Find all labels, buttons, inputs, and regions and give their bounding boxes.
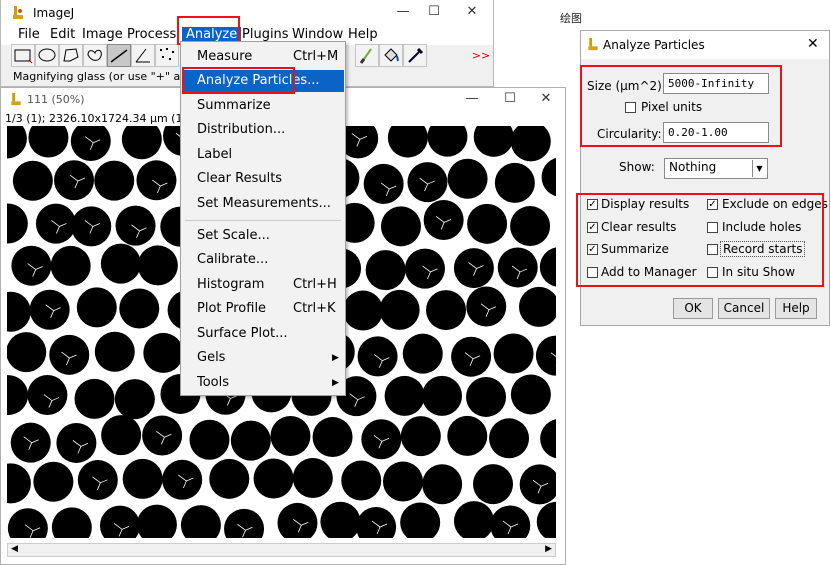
flood-fill-icon[interactable] bbox=[379, 44, 403, 67]
circularity-input[interactable]: 0.20-1.00 bbox=[663, 122, 769, 143]
menu-item-label[interactable]: Label bbox=[182, 144, 344, 166]
menu-item-set-measurements[interactable]: Set Measurements... bbox=[182, 193, 344, 215]
pixel-units-label: Pixel units bbox=[641, 100, 703, 114]
submenu-arrow-icon: ▶ bbox=[332, 353, 339, 363]
rectangle-tool-icon[interactable] bbox=[11, 44, 35, 67]
chevron-down-icon: ▼ bbox=[752, 160, 766, 177]
analyze-particles-dialog: Analyze Particles ✕ Size (µm^2): 5000-In… bbox=[580, 30, 830, 326]
exclude-edges-label: Exclude on edges bbox=[722, 197, 828, 211]
imagej-logo-icon bbox=[11, 92, 21, 106]
menu-edit[interactable]: Edit bbox=[46, 27, 79, 45]
add-manager-label: Add to Manager bbox=[601, 265, 697, 279]
stack-scrollbar[interactable]: ◀ ▶ bbox=[7, 543, 556, 557]
cancel-button[interactable]: Cancel bbox=[718, 298, 770, 319]
menu-item-distribution[interactable]: Distribution... bbox=[182, 119, 344, 141]
maximize-icon[interactable]: ☐ bbox=[419, 4, 449, 19]
menu-image[interactable]: Image bbox=[78, 27, 127, 45]
show-select-value: Nothing bbox=[669, 160, 717, 174]
imagej-logo-icon bbox=[588, 37, 598, 51]
add-manager-checkbox[interactable] bbox=[587, 267, 598, 278]
status-bar: Magnifying glass (or use "+" and "- bbox=[13, 70, 207, 83]
display-results-label: Display results bbox=[601, 197, 690, 211]
corner-right-text: 绘图 bbox=[560, 12, 582, 25]
in-situ-label: In situ Show bbox=[722, 265, 796, 279]
image-title: 111 (50%) bbox=[27, 93, 85, 106]
pixel-units-checkbox[interactable] bbox=[625, 102, 636, 113]
menu-item-tools[interactable]: Tools ▶ bbox=[182, 372, 344, 394]
menu-item-measure[interactable]: Measure Ctrl+M bbox=[182, 46, 344, 68]
image-maximize-icon[interactable]: ☐ bbox=[495, 91, 525, 106]
ok-button[interactable]: OK bbox=[673, 298, 713, 319]
clear-results-label: Clear results bbox=[601, 220, 677, 234]
brush-tool-icon[interactable] bbox=[355, 44, 379, 67]
image-close-icon[interactable]: ✕ bbox=[531, 91, 561, 106]
polygon-tool-icon[interactable] bbox=[59, 44, 83, 67]
more-tools-button[interactable]: >> bbox=[469, 44, 493, 67]
menu-separator bbox=[185, 220, 341, 221]
menu-item-summarize[interactable]: Summarize bbox=[182, 95, 344, 117]
summarize-checkbox[interactable]: ✓ bbox=[587, 244, 598, 255]
submenu-arrow-icon: ▶ bbox=[332, 378, 339, 388]
close-icon[interactable]: ✕ bbox=[457, 4, 487, 19]
circularity-label: Circularity: bbox=[597, 127, 662, 141]
analyze-menu: Measure Ctrl+M Analyze Particles... Summa… bbox=[180, 41, 346, 396]
menu-process[interactable]: Process bbox=[123, 27, 180, 45]
imagej-title: ImageJ bbox=[33, 6, 75, 20]
summarize-label: Summarize bbox=[601, 242, 669, 256]
exclude-edges-checkbox[interactable]: ✓ bbox=[707, 199, 718, 210]
scroll-right-icon[interactable]: ▶ bbox=[545, 544, 552, 554]
line-tool-icon[interactable] bbox=[107, 44, 131, 67]
menu-item-analyze-particles[interactable]: Analyze Particles... bbox=[182, 70, 344, 92]
oval-tool-icon[interactable] bbox=[35, 44, 59, 67]
scroll-left-icon[interactable]: ◀ bbox=[11, 544, 18, 554]
menu-item-histogram[interactable]: Histogram Ctrl+H bbox=[182, 274, 344, 296]
in-situ-checkbox[interactable] bbox=[707, 267, 718, 278]
freehand-tool-icon[interactable] bbox=[83, 44, 107, 67]
clear-results-checkbox[interactable]: ✓ bbox=[587, 222, 598, 233]
menu-item-set-scale[interactable]: Set Scale... bbox=[182, 225, 344, 247]
record-starts-checkbox[interactable] bbox=[707, 244, 718, 255]
angle-tool-icon[interactable] bbox=[131, 44, 155, 67]
size-label: Size (µm^2): bbox=[587, 79, 666, 93]
menu-item-surface-plot[interactable]: Surface Plot... bbox=[182, 323, 344, 345]
dialog-titlebar: Analyze Particles ✕ bbox=[581, 31, 829, 59]
menu-item-calibrate[interactable]: Calibrate... bbox=[182, 249, 344, 271]
dropper-tool-icon[interactable] bbox=[403, 44, 427, 67]
menu-item-clear-results[interactable]: Clear Results bbox=[182, 168, 344, 190]
dialog-title: Analyze Particles bbox=[603, 38, 705, 52]
image-minimize-icon[interactable]: — bbox=[457, 91, 487, 106]
record-starts-label: Record starts bbox=[720, 241, 806, 257]
minimize-icon[interactable]: — bbox=[388, 4, 418, 19]
help-button[interactable]: Help bbox=[775, 298, 817, 319]
imagej-titlebar: ImageJ — ☐ ✕ bbox=[1, 0, 493, 26]
include-holes-checkbox[interactable] bbox=[707, 222, 718, 233]
menu-help[interactable]: Help bbox=[344, 27, 382, 45]
display-results-checkbox[interactable]: ✓ bbox=[587, 199, 598, 210]
menu-file[interactable]: File bbox=[14, 27, 44, 45]
size-input[interactable]: 5000-Infinity bbox=[663, 73, 769, 94]
show-label: Show: bbox=[619, 160, 655, 174]
multipoint-tool-icon[interactable] bbox=[155, 44, 179, 67]
menu-item-gels[interactable]: Gels ▶ bbox=[182, 347, 344, 369]
dialog-close-icon[interactable]: ✕ bbox=[807, 36, 819, 52]
show-select[interactable]: Nothing ▼ bbox=[664, 158, 768, 179]
menu-item-plot-profile[interactable]: Plot Profile Ctrl+K bbox=[182, 298, 344, 320]
imagej-logo-icon bbox=[13, 6, 23, 19]
include-holes-label: Include holes bbox=[722, 220, 802, 234]
